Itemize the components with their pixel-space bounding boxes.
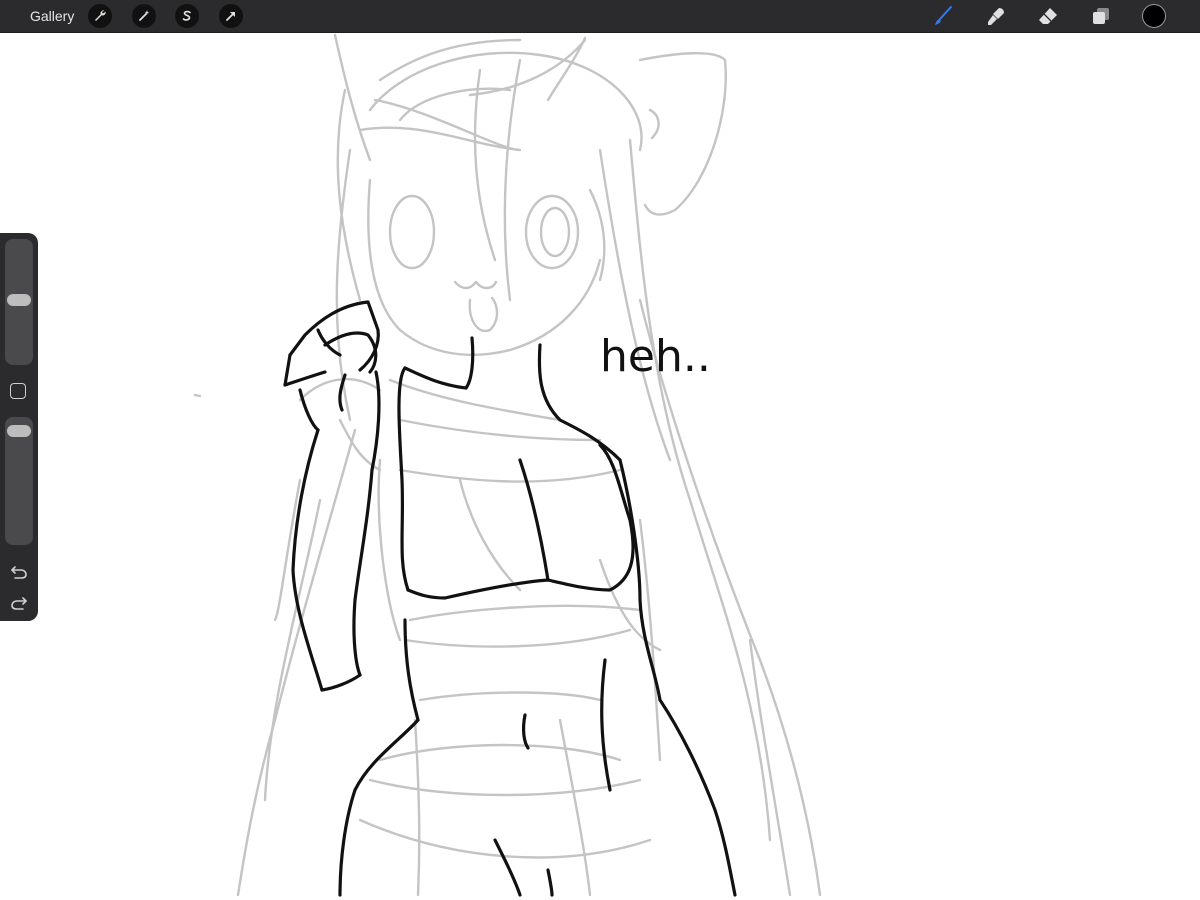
eraser-icon	[1039, 8, 1057, 24]
top-toolbar: Gallery	[0, 0, 1200, 33]
transform-button[interactable]	[219, 4, 243, 28]
redo-button[interactable]	[9, 594, 29, 612]
wrench-icon	[95, 10, 106, 21]
adjustments-button[interactable]	[132, 4, 156, 28]
brush-sidebar	[0, 233, 38, 621]
sketch-layer-ink	[283, 300, 737, 897]
undo-icon	[11, 566, 27, 579]
brush-icon	[935, 6, 952, 25]
sketch-layer-rough	[193, 33, 822, 897]
smudge-tool-button[interactable]	[983, 3, 1009, 29]
opacity-slider[interactable]	[5, 417, 33, 545]
drawing-canvas[interactable]: heh..	[0, 33, 1200, 900]
layers-icon	[1093, 8, 1109, 24]
selection-icon	[182, 10, 191, 21]
gallery-button[interactable]: Gallery	[30, 8, 74, 24]
actions-button[interactable]	[88, 4, 112, 28]
smudge-icon	[988, 8, 1004, 25]
magic-wand-icon	[139, 10, 150, 21]
redo-icon	[11, 597, 27, 610]
opacity-thumb[interactable]	[7, 424, 31, 437]
modify-button[interactable]	[10, 383, 26, 399]
brush-size-thumb[interactable]	[7, 293, 31, 306]
arrow-transform-icon	[226, 12, 235, 21]
brush-size-slider[interactable]	[5, 239, 33, 365]
selection-button[interactable]	[175, 4, 199, 28]
color-picker-button[interactable]	[1142, 4, 1166, 28]
layers-button[interactable]	[1088, 3, 1114, 29]
undo-button[interactable]	[9, 563, 29, 581]
erase-tool-button[interactable]	[1035, 3, 1061, 29]
handwritten-text: heh..	[600, 331, 711, 382]
paint-tool-button[interactable]	[930, 3, 956, 29]
